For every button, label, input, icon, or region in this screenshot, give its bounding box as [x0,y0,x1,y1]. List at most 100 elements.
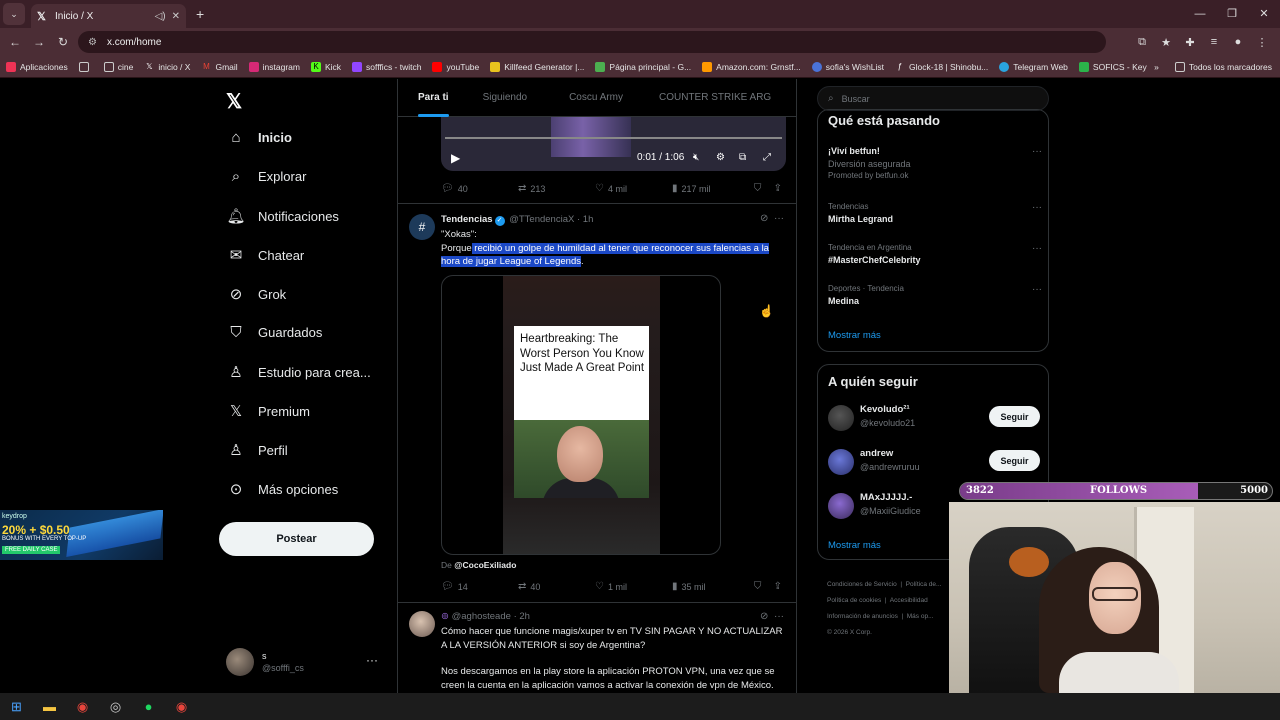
close-tab-icon[interactable]: ✕ [172,11,180,22]
pip-icon[interactable]: ⧉ [739,152,746,163]
profile-icon[interactable]: ● [1226,36,1250,48]
nav-item-mas-opciones[interactable]: ⊙ Más opciones [226,480,339,498]
post-button[interactable]: Postear [219,522,374,556]
tab-siguiendo[interactable]: Siguiendo [449,79,527,117]
speaker-icon[interactable]: ◁) [155,11,166,22]
trend-item[interactable]: Tendencias Mirtha Legrand ··· [828,202,1042,224]
bookmark-item[interactable]: Telegram Web [999,61,1068,72]
fullscreen-icon[interactable]: ⤢ [763,152,771,163]
video-progress[interactable] [445,137,782,139]
install-icon[interactable]: ⧉ [1130,36,1154,49]
chrome-active-icon[interactable]: ◉ [165,699,198,715]
bookmark-button[interactable]: ⛉ [754,183,774,194]
follow-button[interactable]: Seguir [989,450,1040,471]
steam-icon[interactable]: ◎ [99,699,132,715]
tab-counter-strike[interactable]: COUNTER STRIKE ARG [623,79,771,117]
close-window-icon[interactable]: ✕ [1248,0,1280,28]
more-bookmarks-icon[interactable]: » [1154,62,1159,72]
author-name[interactable]: Tendencias [441,214,493,225]
follow-suggestion[interactable]: Kevoludo²¹ @kevoludo21 Seguir [828,403,1040,433]
x-logo-icon[interactable]: 𝕏 [226,89,242,114]
video-player[interactable]: ▶ 0:01 / 1:06 🔇︎ ⚙ ⧉ ⤢ [441,117,786,171]
mute-icon[interactable]: 🔇︎ [693,152,699,163]
trend-item[interactable]: ¡Viví betfun! Diversión asegurada Promot… [828,146,1042,180]
bookmark-item[interactable]: Killfeed Generator |... [490,61,584,72]
bookmark-item[interactable]: sofffics - twitch [352,61,421,72]
more-icon[interactable]: ··· [1032,202,1042,213]
more-icon[interactable]: ··· [774,213,784,224]
bookmark-item[interactable]: Amazon.com: Grnstf... [702,61,801,72]
more-icon[interactable]: ··· [1032,146,1042,157]
follow-button[interactable]: Seguir [989,406,1040,427]
follow-suggestion[interactable]: andrew @andrewruruu Seguir [828,447,1040,477]
restore-icon[interactable]: ❐ [1216,0,1248,28]
new-tab-button[interactable]: + [196,6,204,22]
author-handle[interactable]: @TTendenciaX [509,214,574,225]
tweet-media[interactable]: Heartbreaking: The Worst Person You Know… [441,275,721,555]
browser-tab[interactable]: 𝕏 Inicio / X ◁) ✕ [31,4,186,28]
trend-item[interactable]: Deportes · Tendencia Medina ··· [828,284,1042,306]
nav-item-chatear[interactable]: ✉ Chatear [226,246,305,264]
repost-button[interactable]: ⇄ 40 [518,581,595,592]
star-icon[interactable]: ★ [1154,36,1178,49]
bookmark-grid[interactable] [78,61,93,72]
reload-icon[interactable]: ↻ [51,35,75,49]
chrome-icon[interactable]: ◉ [66,699,99,715]
grok-icon[interactable]: ⊘ [760,213,768,224]
nav-item-grok[interactable]: ⊘ Grok [226,285,286,303]
reply-button[interactable]: 💬︎ 40 [441,183,518,194]
views-button[interactable]: ▮ 35 mil [672,581,754,592]
more-icon[interactable]: ··· [1032,243,1042,254]
share-button[interactable]: ⇪ [774,581,786,592]
nav-item-inicio[interactable]: ⌂ Inicio [226,129,291,146]
settings-icon[interactable]: ⚙ [716,152,725,163]
nav-item-perfil[interactable]: ♙ Perfil [226,441,287,459]
forward-icon[interactable]: → [27,35,51,49]
bookmark-item[interactable]: Aplicaciones [6,61,68,72]
bookmark-button[interactable]: ⛉ [754,581,774,592]
spotify-icon[interactable]: ● [132,699,165,714]
nav-item-guardados[interactable]: ⛉ Guardados [226,324,322,341]
file-explorer-icon[interactable]: ▬ [33,699,66,714]
bookmark-item[interactable]: M Gmail [201,62,238,72]
bookmark-item[interactable]: instagram [248,61,300,72]
extensions-icon[interactable]: ✚ [1178,36,1202,49]
nav-item-estudio[interactable]: ♙ Estudio para crea... [226,363,370,381]
more-icon[interactable]: ··· [366,653,378,667]
site-info-icon[interactable]: ⚙ [88,37,97,48]
more-icon[interactable]: ··· [1032,284,1042,295]
bookmark-item[interactable]: 𝕏inicio / X [144,62,190,72]
show-more-link[interactable]: Mostrar más [828,540,881,551]
tweet[interactable]: ⊚ @aghosteade · 2h ⊘ ··· Cómo hacer que … [398,602,796,693]
play-icon[interactable]: ▶ [451,151,460,165]
media-icon[interactable]: ≡ [1202,36,1226,48]
all-bookmarks[interactable]: Todos los marcadores [1174,62,1272,72]
bookmark-item[interactable]: K Kick [310,61,341,72]
account-switcher[interactable]: s @sofffi_cs ··· [226,647,386,677]
source-handle[interactable]: @CocoExiliado [454,560,516,570]
show-more-link[interactable]: Mostrar más [828,330,881,341]
windows-start-icon[interactable]: ⊞ [0,699,33,715]
nav-item-explorar[interactable]: ⌕ Explorar [226,168,307,185]
nav-item-notificaciones[interactable]: 🔔︎ Notificaciones [226,207,338,225]
minimize-icon[interactable]: — [1184,0,1216,28]
bookmark-item[interactable]: Página principal - G... [595,61,691,72]
bookmark-item[interactable]: youTube [432,61,479,72]
more-icon[interactable]: ··· [774,611,784,622]
reply-button[interactable]: 💬︎ 14 [441,581,518,592]
back-icon[interactable]: ← [3,35,27,49]
like-button[interactable]: ♡ 1 mil [595,581,672,592]
tab-para-ti[interactable]: Para ti [398,79,449,117]
repost-button[interactable]: ⇄ 213 [518,183,595,194]
grok-icon[interactable]: ⊘ [760,611,768,622]
like-button[interactable]: ♡ 4 mil [595,183,672,194]
bookmark-item[interactable]: cine [103,61,133,72]
menu-icon[interactable]: ⋮ [1250,36,1274,49]
share-button[interactable]: ⇪ [774,183,786,194]
trend-item[interactable]: Tendencia en Argentina #MasterChefCelebr… [828,243,1042,265]
tab-list-button[interactable]: ⌄ [3,3,25,25]
nav-item-premium[interactable]: 𝕏 Premium [226,402,310,420]
bookmark-item[interactable]: ƒ Glock-18 | Shinobu... [895,62,988,72]
bookmark-item[interactable]: SOFICS - Key [1078,61,1147,72]
url-input[interactable]: ⚙ x.com/home [78,31,1106,53]
